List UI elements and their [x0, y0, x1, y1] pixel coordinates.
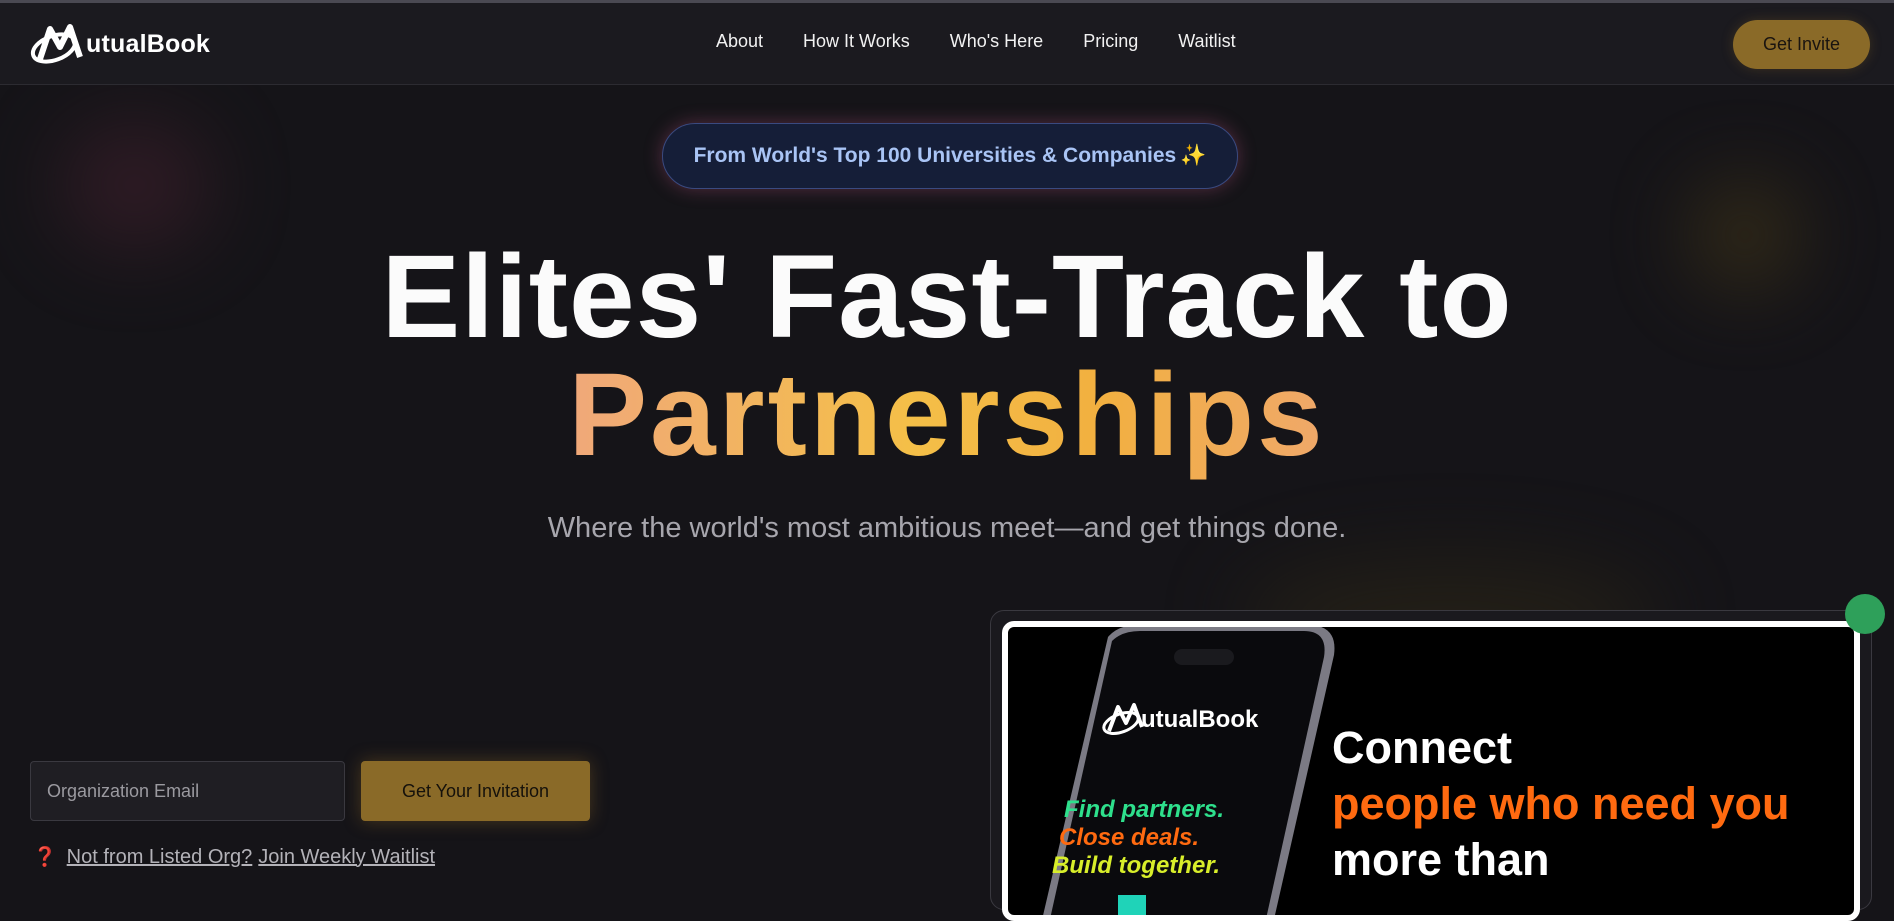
mutualbook-m-icon — [30, 24, 83, 64]
promo-headline: Connect people who need you more than — [1332, 720, 1790, 888]
status-dot[interactable] — [1845, 594, 1885, 634]
hero-title-line-1: Elites' Fast-Track to — [381, 231, 1513, 363]
logo[interactable]: utualBook — [30, 19, 210, 69]
hero-title-line-2: Partnerships — [0, 350, 1894, 480]
organization-email-input[interactable] — [30, 761, 345, 821]
sparkles-icon: ✨ — [1180, 144, 1207, 167]
promo-headline-3: more than — [1332, 834, 1550, 885]
logo-text: utualBook — [86, 29, 211, 58]
nav-link-how-it-works[interactable]: How It Works — [803, 31, 910, 52]
not-from-listed-org-link[interactable]: Not from Listed Org? — [67, 846, 253, 869]
hero-subtitle: Where the world's most ambitious meet—an… — [547, 512, 1347, 544]
background-glow-pink — [60, 120, 210, 250]
nav-menu: About How It Works Who's Here Pricing Wa… — [716, 31, 1236, 52]
get-your-invitation-button[interactable]: Get Your Invitation — [361, 761, 590, 821]
nav-link-waitlist[interactable]: Waitlist — [1178, 31, 1235, 52]
get-invite-button[interactable]: Get Invite — [1733, 20, 1870, 69]
phone-line-3: Build together. — [1052, 852, 1220, 879]
promo-headline-2: people who need you — [1332, 778, 1790, 829]
promo-headline-1: Connect — [1332, 722, 1512, 773]
waitlist-row: ❓ Not from Listed Org? Join Weekly Waitl… — [33, 845, 441, 869]
phone-line-1: Find partners. — [1064, 796, 1224, 823]
top-navbar: utualBook About How It Works Who's Here … — [0, 3, 1894, 85]
hero-highlight-text: Partnerships — [568, 349, 1326, 481]
universities-badge: From World's Top 100 Universities & Comp… — [662, 123, 1238, 189]
nav-link-pricing[interactable]: Pricing — [1083, 31, 1138, 52]
phone-line-2: Close deals. — [1059, 824, 1199, 851]
question-icon: ❓ — [33, 847, 57, 868]
svg-text:utualBook: utualBook — [1141, 706, 1259, 733]
nav-link-whos-here[interactable]: Who's Here — [950, 31, 1043, 52]
nav-link-about[interactable]: About — [716, 31, 763, 52]
badge-text: From World's Top 100 Universities & Comp… — [693, 144, 1177, 167]
join-weekly-waitlist-link[interactable]: Join Weekly Waitlist — [258, 846, 435, 869]
